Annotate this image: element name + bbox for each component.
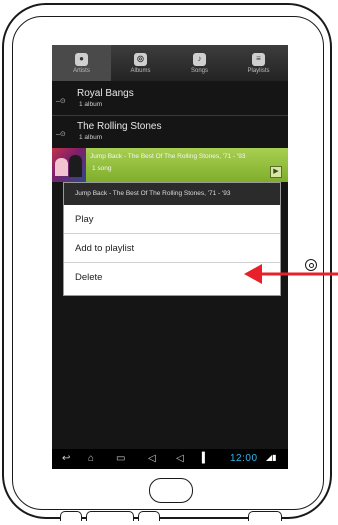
bottom-port: [60, 511, 82, 521]
list-icon: ≡: [252, 52, 265, 66]
menu-item-play[interactable]: Play: [64, 205, 280, 234]
power-button[interactable]: [305, 259, 317, 271]
tab-label: Songs: [190, 67, 208, 74]
annotation-arrow-icon: [244, 264, 338, 284]
recent-apps-icon[interactable]: ▭: [116, 452, 125, 466]
tab-playlists[interactable]: ≡ Playlists: [229, 45, 288, 81]
tab-songs[interactable]: ♪ Songs: [170, 45, 229, 81]
wifi-battery-icon: ◢▮: [266, 453, 277, 462]
tab-label: Albums: [130, 67, 151, 74]
back-icon[interactable]: ↩: [62, 452, 70, 466]
artist-row-rolling-stones[interactable]: –⊙ The Rolling Stones 1 album: [52, 116, 288, 149]
status-clock: 12:00: [230, 453, 258, 464]
power-button-indicator: [309, 263, 314, 268]
bottom-port: [86, 511, 134, 521]
notification-icon: ▍: [202, 453, 210, 464]
mic-icon: ●: [75, 52, 88, 66]
album-title: Jump Back - The Best Of The Rolling Ston…: [90, 153, 246, 160]
bottom-port: [138, 511, 160, 521]
bottom-port: [248, 511, 282, 521]
context-menu-title: Jump Back - The Best Of The Rolling Ston…: [64, 183, 280, 205]
system-nav-bar: ↩ ⌂ ▭ ◁ ◁ ▍ 12:00 ◢▮: [52, 449, 288, 469]
song-count: 1 song: [92, 165, 112, 172]
library-tab-bar: ● Artists ◎ Albums ♪ Songs ≡ Playlists: [52, 45, 288, 81]
artist-name: The Rolling Stones: [77, 121, 162, 132]
album-row-selected[interactable]: Jump Back - The Best Of The Rolling Ston…: [52, 148, 288, 182]
home-icon[interactable]: ⌂: [88, 452, 94, 466]
artist-row-royal-bangs[interactable]: –⊙ Royal Bangs 1 album: [52, 83, 288, 116]
note-icon: ♪: [193, 52, 206, 66]
play-icon[interactable]: ▶: [270, 166, 282, 178]
album-art-figure: [55, 158, 68, 176]
artist-name: Royal Bangs: [77, 88, 134, 99]
collapse-icon[interactable]: –⊙: [56, 131, 66, 138]
screen: ● Artists ◎ Albums ♪ Songs ≡ Playlists –…: [52, 45, 288, 469]
tab-label: Playlists: [247, 67, 270, 74]
album-art-figure: [69, 155, 82, 177]
tab-label: Artists: [73, 67, 90, 74]
volume-up-icon[interactable]: ◁: [176, 452, 184, 466]
album-icon: ◎: [134, 52, 147, 66]
album-art: [52, 148, 86, 182]
tab-artists[interactable]: ● Artists: [52, 45, 111, 81]
menu-item-add-to-playlist[interactable]: Add to playlist: [64, 234, 280, 263]
home-button[interactable]: [149, 478, 193, 503]
expand-icon[interactable]: –⊙: [56, 98, 66, 105]
volume-down-icon[interactable]: ◁: [148, 452, 156, 466]
album-count: 1 album: [79, 134, 103, 141]
album-count: 1 album: [79, 101, 103, 108]
tab-albums[interactable]: ◎ Albums: [111, 45, 170, 81]
